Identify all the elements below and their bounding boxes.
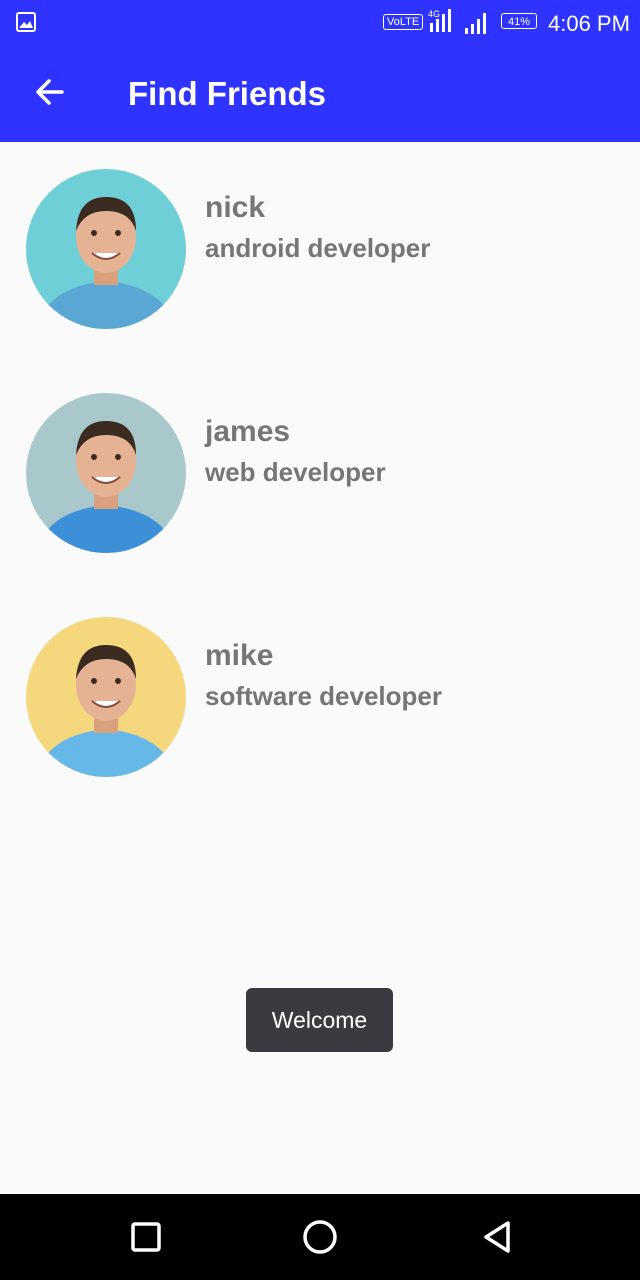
signal-4g-icon: 4G [428, 9, 451, 32]
page-title: Find Friends [128, 75, 326, 112]
gallery-icon [16, 12, 36, 32]
navigation-bar [0, 1194, 640, 1280]
friend-list-item[interactable]: mike software developer [0, 617, 640, 787]
avatar [26, 169, 186, 329]
friend-list-item[interactable]: james web developer [0, 393, 640, 563]
app-bar: Find Friends [0, 44, 640, 142]
friend-role: software developer [205, 681, 442, 711]
clock: 4:06 PM [548, 11, 630, 36]
arrow-back-icon[interactable] [32, 74, 68, 110]
battery-indicator: 41% [501, 13, 537, 29]
status-bar: VoLTE 4G 41% 4:06 PM [0, 0, 640, 44]
volte-indicator: VoLTE [383, 14, 424, 30]
friend-name: james [205, 415, 291, 448]
network-label: 4G [428, 9, 440, 19]
friend-role: web developer [205, 457, 386, 487]
signal-icon [465, 13, 486, 34]
friend-name: nick [205, 191, 266, 224]
recents-square-icon[interactable] [124, 1215, 168, 1259]
back-triangle-icon[interactable] [476, 1215, 520, 1259]
friend-list-item[interactable]: nick android developer [0, 169, 640, 339]
friend-role: android developer [205, 233, 431, 263]
avatar [26, 617, 186, 777]
friend-name: mike [205, 639, 274, 672]
home-circle-icon[interactable] [298, 1215, 342, 1259]
avatar [26, 393, 186, 553]
toast-message: Welcome [246, 988, 393, 1052]
